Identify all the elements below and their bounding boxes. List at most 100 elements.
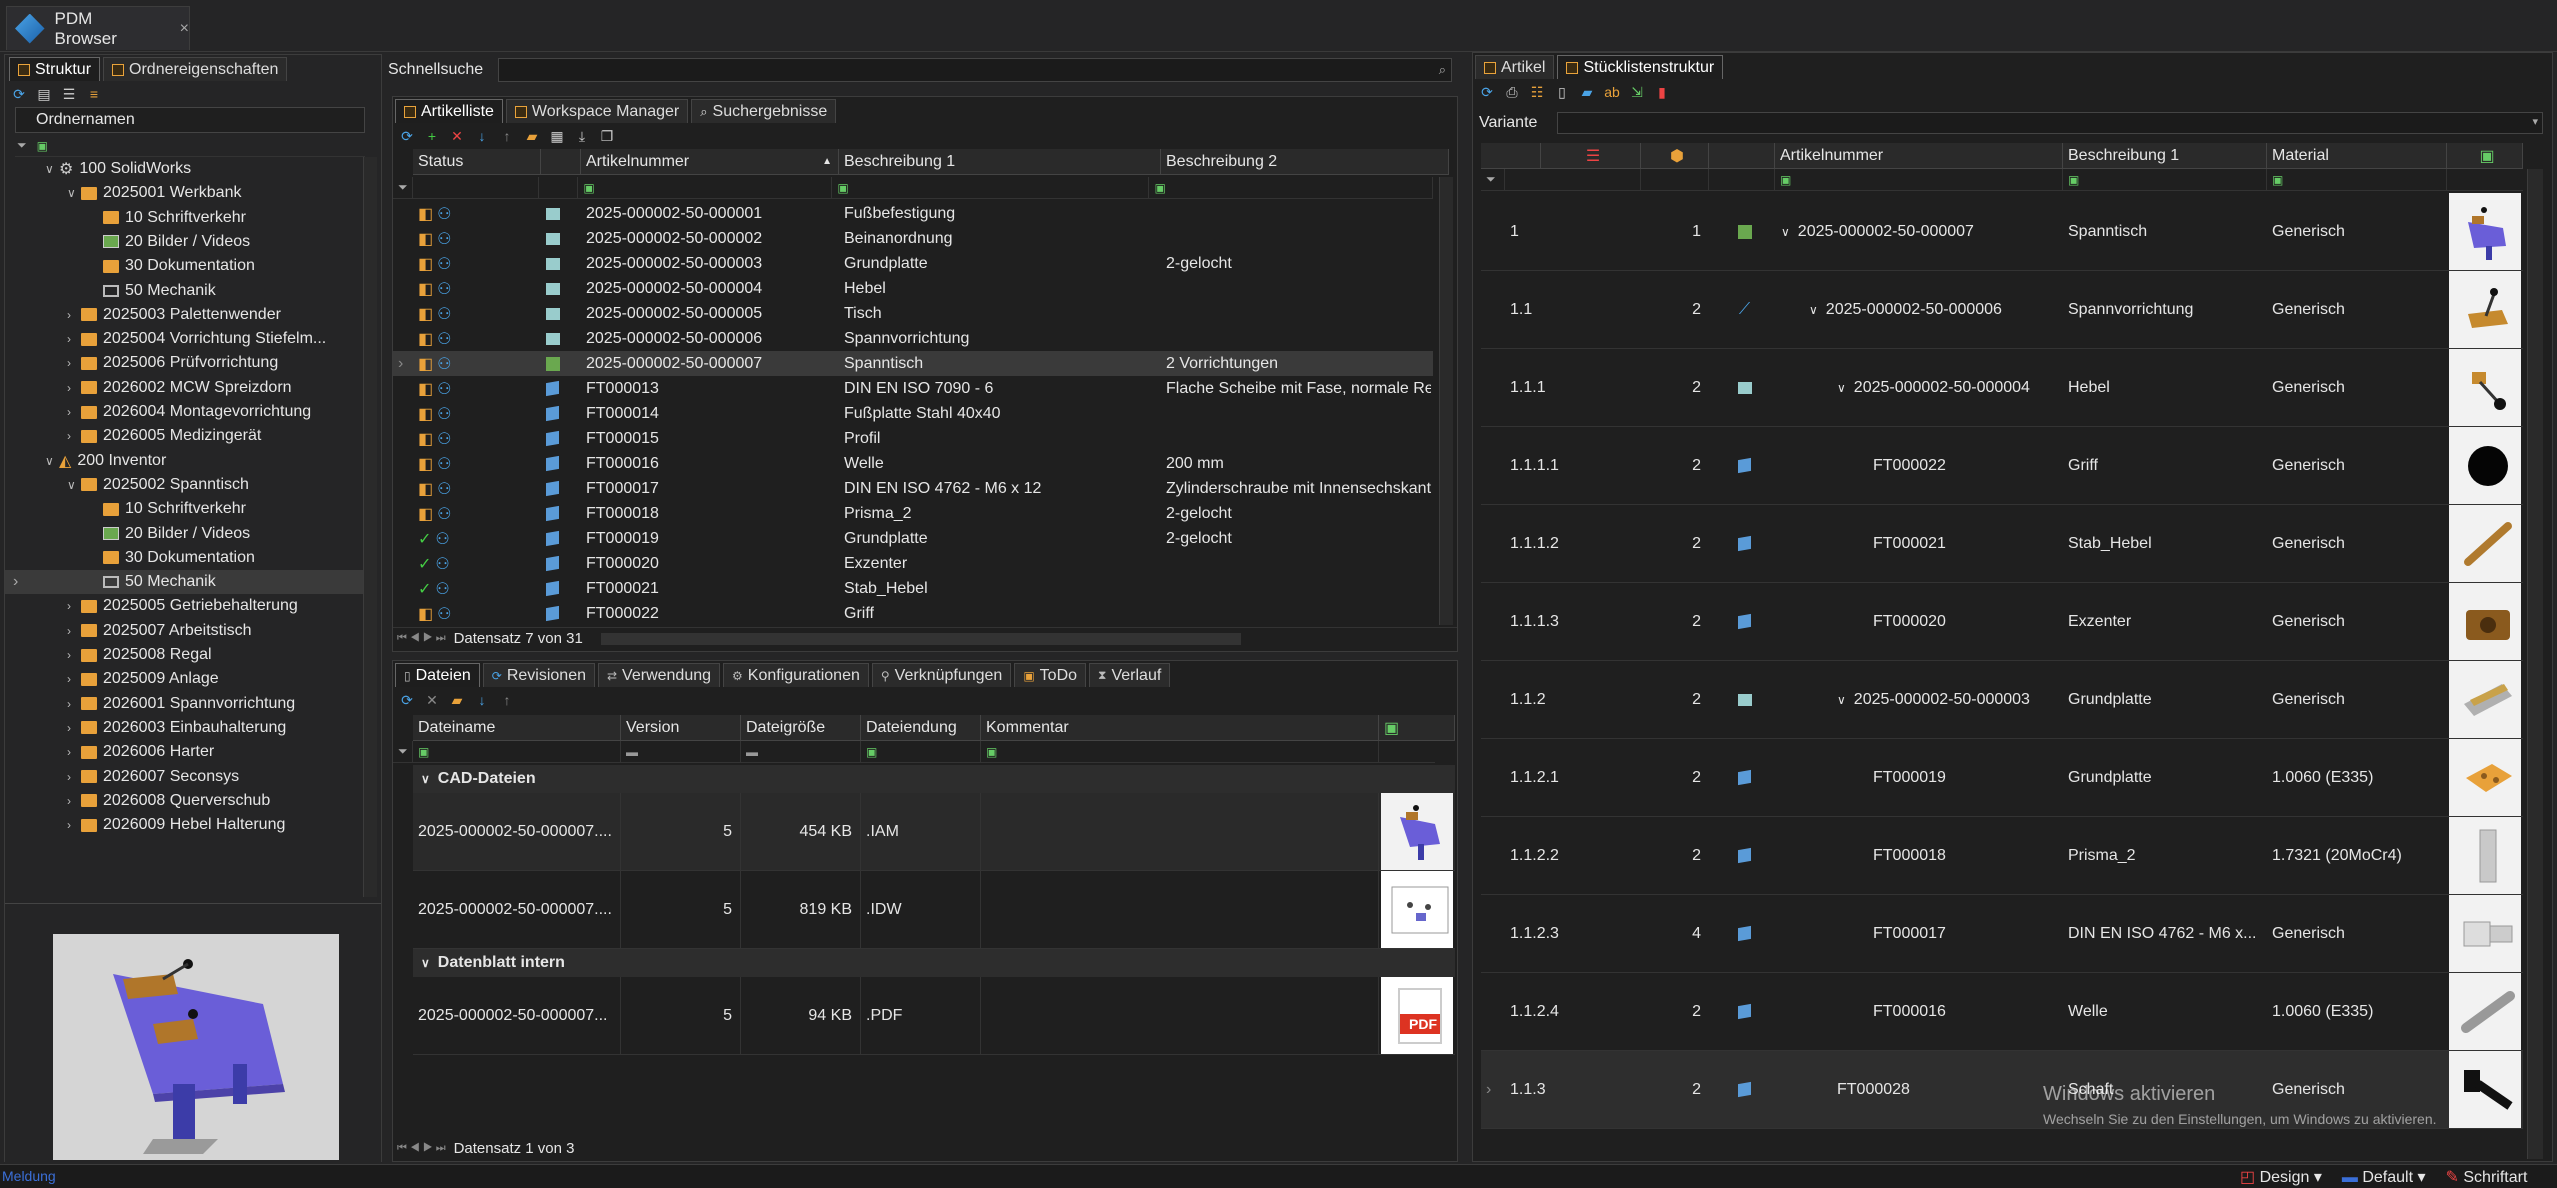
chevron-down-icon[interactable]: ∨ <box>1837 381 1846 395</box>
tree-item[interactable]: › 2025005 Getriebehalterung <box>5 594 365 618</box>
col-kommentar[interactable]: Kommentar <box>981 715 1379 740</box>
tree-item[interactable]: › 2025007 Arbeitstisch <box>5 619 365 643</box>
col-thumbnail[interactable]: ▣ <box>2447 143 2523 168</box>
tab-struktur[interactable]: Struktur <box>9 57 101 81</box>
table-row[interactable]: ◧ ⚇ 2025-000002-50-000005 Tisch <box>393 301 1433 326</box>
tree-item[interactable]: › 50 Mechanik <box>5 570 365 595</box>
doc-icon[interactable]: ▯ <box>1554 84 1570 100</box>
chevron-icon[interactable]: › <box>67 770 81 784</box>
col-type[interactable] <box>541 149 581 174</box>
refresh-icon[interactable]: ⟳ <box>399 692 415 708</box>
table-row[interactable]: ◧ ⚇ 2025-000002-50-000003 Grundplatte 2-gelo… <box>393 251 1433 276</box>
tree-item[interactable]: 50 Mechanik <box>5 279 365 303</box>
chevron-down-icon[interactable]: ∨ <box>1809 303 1818 317</box>
file-row[interactable]: 2025-000002-50-000007... 5 94 KB .PDF PDF <box>413 977 1455 1055</box>
col-beschreibung1[interactable]: Beschreibung 1 <box>839 149 1161 174</box>
table-row[interactable]: ◧ ⚇ 2025-000002-50-000004 Hebel <box>393 276 1433 301</box>
open-folder-icon[interactable]: ▰ <box>449 692 465 708</box>
chevron-icon[interactable]: › <box>67 818 81 832</box>
move-up-icon[interactable]: ↑ <box>499 128 515 144</box>
tree-item[interactable]: › 2026009 Hebel Halterung <box>5 813 365 837</box>
move-up-icon[interactable]: ↑ <box>499 692 515 708</box>
tab-artikelliste[interactable]: Artikelliste <box>395 99 503 123</box>
table-row[interactable]: › ◧ ⚇ 2025-000002-50-000007 Spanntisch 2 Vorr… <box>393 351 1433 376</box>
tab-dateien[interactable]: ▯ Dateien <box>395 663 480 687</box>
refresh-icon[interactable]: ⟳ <box>11 86 27 102</box>
structure-filter-row[interactable]: ⏷ ▣ <box>15 135 365 157</box>
tab-suchergebnisse[interactable]: ⌕ Suchergebnisse <box>691 99 837 123</box>
tab-todo[interactable]: ▣ ToDo <box>1014 663 1087 687</box>
table-row[interactable]: ◧ ⚇ FT000013 DIN EN ISO 7090 - 6 Flache Sche… <box>393 376 1433 401</box>
move-down-icon[interactable]: ↓ <box>474 128 490 144</box>
tree-item[interactable]: 20 Bilder / Videos <box>5 230 365 254</box>
rename-icon[interactable]: ab <box>1604 84 1620 100</box>
tree-item[interactable]: › 2025009 Anlage <box>5 667 365 691</box>
quicksearch-input[interactable]: ⌕ <box>498 58 1452 82</box>
folder-icon[interactable]: ▰ <box>1579 84 1595 100</box>
tree-item[interactable]: ∨ ⚙ 100 SolidWorks <box>5 157 365 181</box>
font-button[interactable]: ✎ Schriftart <box>2446 1167 2528 1187</box>
download-icon[interactable]: ⤓ <box>574 128 590 144</box>
close-tab-icon[interactable]: × <box>180 20 189 38</box>
tab-verknüpfungen[interactable]: ⚲ Verknüpfungen <box>871 663 1012 687</box>
col-pos-sort[interactable] <box>1481 143 1541 168</box>
tree-icon[interactable]: ☷ <box>1529 84 1545 100</box>
add-icon[interactable]: + <box>424 128 440 144</box>
chevron-icon[interactable]: › <box>67 697 81 711</box>
tree-item[interactable]: › 2025004 Vorrichtung Stiefelm... <box>5 327 365 351</box>
tree-scrollbar[interactable] <box>363 157 377 897</box>
bom-scrollbar[interactable] <box>2527 169 2543 1159</box>
nav-buttons[interactable]: ⏮ ◀ ▶ ⏭ <box>397 1142 446 1155</box>
col-material[interactable]: Material <box>2267 143 2447 168</box>
bom-row[interactable]: 1.1.1.1 2 FT000022 Griff Generisch <box>1481 427 2523 505</box>
table-row[interactable]: ◧ ⚇ FT000022 Griff <box>393 601 1433 626</box>
chevron-icon[interactable]: › <box>67 308 81 322</box>
file-group-header[interactable]: ∨ CAD-Dateien <box>413 765 1455 793</box>
tree-item[interactable]: ∨ 2025001 Werkbank <box>5 181 365 205</box>
nav-buttons[interactable]: ⏮ ◀ ▶ ⏭ <box>397 632 446 645</box>
refresh-icon[interactable]: ⟳ <box>399 128 415 144</box>
tree-item[interactable]: › 2026005 Medizingerät <box>5 424 365 448</box>
col-position[interactable]: ☰ <box>1541 143 1641 168</box>
tree-item[interactable]: › 2026003 Einbauhalterung <box>5 716 365 740</box>
tree-item[interactable]: ∨ 2025002 Spanntisch <box>5 473 365 497</box>
tab-ordnereigenschaften[interactable]: Ordnereigenschaften <box>103 57 288 81</box>
tree-item[interactable]: › 2026006 Harter <box>5 740 365 764</box>
table-row[interactable]: ◧ ⚇ FT000015 Profil <box>393 426 1433 451</box>
files-filter-row[interactable]: ⏷ ▣ ▬ ▬ ▣ ▣ <box>393 741 1435 763</box>
chevron-icon[interactable]: ∨ <box>67 478 81 492</box>
chevron-icon[interactable]: › <box>67 648 81 662</box>
table-row[interactable]: ◧ ⚇ FT000016 Welle 200 mm <box>393 451 1433 476</box>
col-type[interactable] <box>1709 143 1775 168</box>
open-folder-icon[interactable]: ▰ <box>524 128 540 144</box>
chevron-icon[interactable]: › <box>67 721 81 735</box>
tree-item[interactable]: 10 Schriftverkehr <box>5 497 365 521</box>
tab-verlauf[interactable]: ⧗ Verlauf <box>1089 663 1171 687</box>
chevron-icon[interactable]: ∨ <box>67 186 81 200</box>
table-row[interactable]: ✓ ⚇ FT000021 Stab_Hebel <box>393 576 1433 601</box>
save-icon[interactable]: ▤ <box>36 86 52 102</box>
tree-item[interactable]: › 2025006 Prüfvorrichtung <box>5 351 365 375</box>
bom-row[interactable]: 1.1.1 2 ∨ 2025-000002-50-000004 Hebel Generis… <box>1481 349 2523 427</box>
export-icon[interactable]: ⇲ <box>1629 84 1645 100</box>
bom-row[interactable]: 1.1.2.1 2 FT000019 Grundplatte 1.0060 (E335) <box>1481 739 2523 817</box>
chevron-icon[interactable]: ∨ <box>45 454 59 468</box>
bom-row[interactable]: 1.1.2.4 2 FT000016 Welle 1.0060 (E335) <box>1481 973 2523 1051</box>
tree-item[interactable]: › 2025008 Regal <box>5 643 365 667</box>
table-row[interactable]: ◧ ⚇ 2025-000002-50-000002 Beinanordnung <box>393 226 1433 251</box>
tree-item[interactable]: 30 Dokumentation <box>5 254 365 278</box>
chevron-icon[interactable]: › <box>67 405 81 419</box>
col-artikelnummer[interactable]: Artikelnummer ▲ <box>581 149 839 174</box>
chevron-down-icon[interactable]: ∨ <box>1781 225 1790 239</box>
chevron-icon[interactable]: › <box>67 745 81 759</box>
table-row[interactable]: ✓ ⚇ FT000019 Grundplatte 2-gelocht <box>393 526 1433 551</box>
tree-item[interactable]: › 2025003 Palettenwender <box>5 303 365 327</box>
table-row[interactable]: ◧ ⚇ FT000017 DIN EN ISO 4762 - M6 x 12 Zylin… <box>393 476 1433 501</box>
delete-icon[interactable]: ✕ <box>449 128 465 144</box>
bom-row[interactable]: 1 1 ∨ 2025-000002-50-000007 Spanntisch Generi… <box>1481 193 2523 271</box>
tree-item[interactable]: › 2026008 Querverschub <box>5 789 365 813</box>
chevron-down-icon[interactable]: ∨ <box>1837 693 1846 707</box>
tab-stuecklistenstruktur[interactable]: Stücklistenstruktur <box>1557 55 1724 79</box>
col-beschreibung1[interactable]: Beschreibung 1 <box>2063 143 2267 168</box>
tab-artikel[interactable]: Artikel <box>1475 55 1555 79</box>
